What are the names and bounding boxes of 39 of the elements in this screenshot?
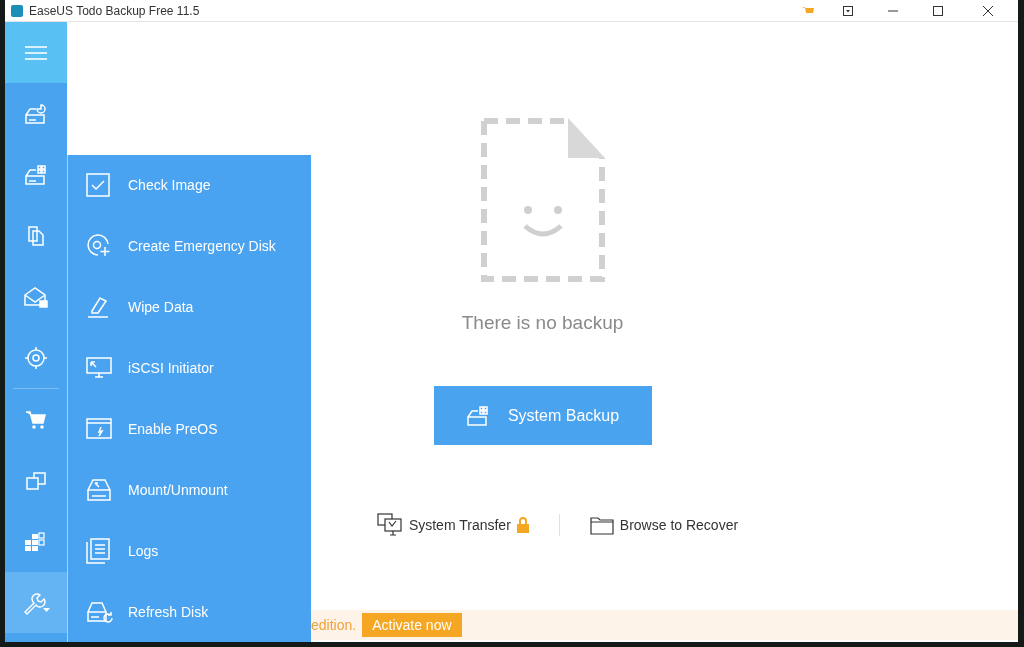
monitor-arrow-icon — [86, 356, 112, 381]
menu-button[interactable] — [5, 22, 67, 83]
window-title: EaseUS Todo Backup Free 11.5 — [29, 3, 201, 18]
folder-icon — [589, 515, 614, 535]
link-button[interactable]: System Transfer — [376, 513, 529, 537]
sidebar-item[interactable] — [5, 572, 67, 633]
app-logo-icon — [11, 4, 23, 17]
close-icon — [983, 5, 993, 16]
system-backup-button[interactable]: System Backup — [433, 386, 652, 445]
disk-grid-icon — [24, 163, 48, 186]
monitors-icon — [376, 513, 403, 537]
drive-icon — [86, 477, 112, 502]
maximize-icon — [933, 5, 943, 16]
envelope-lock-icon — [23, 284, 49, 309]
menu-item[interactable]: iSCSI Initiator — [68, 337, 311, 399]
empty-message: There is no backup — [461, 312, 624, 334]
files-icon — [26, 224, 46, 247]
menu-item[interactable]: Wipe Data — [68, 276, 311, 338]
menu-item[interactable]: Check Image — [68, 155, 311, 216]
dropdown-icon — [843, 5, 853, 16]
tiles-icon — [25, 531, 47, 552]
checkbox-icon — [86, 173, 110, 198]
menu-item[interactable]: Enable PreOS — [68, 398, 311, 460]
cart-icon — [802, 5, 814, 16]
drive-refresh-icon — [86, 599, 114, 624]
activate-now-button[interactable]: Activate now — [362, 613, 462, 637]
menu-item[interactable]: Logs — [68, 520, 311, 582]
menu-item[interactable]: Mount/Unmount — [68, 459, 311, 521]
disk-grid-icon — [465, 404, 490, 427]
menu-icon — [25, 45, 47, 60]
link-button[interactable]: Browse to Recover — [589, 515, 739, 535]
banner-text: edition. — [311, 617, 357, 633]
menu-item[interactable]: Create Emergency Disk — [68, 215, 311, 277]
windows-icon — [25, 469, 47, 492]
document-lines-icon — [86, 537, 110, 564]
cart-icon — [25, 409, 47, 430]
menu-item[interactable]: Refresh Disk — [68, 581, 311, 642]
target-icon — [24, 345, 48, 370]
disk-chart-icon — [24, 102, 48, 125]
